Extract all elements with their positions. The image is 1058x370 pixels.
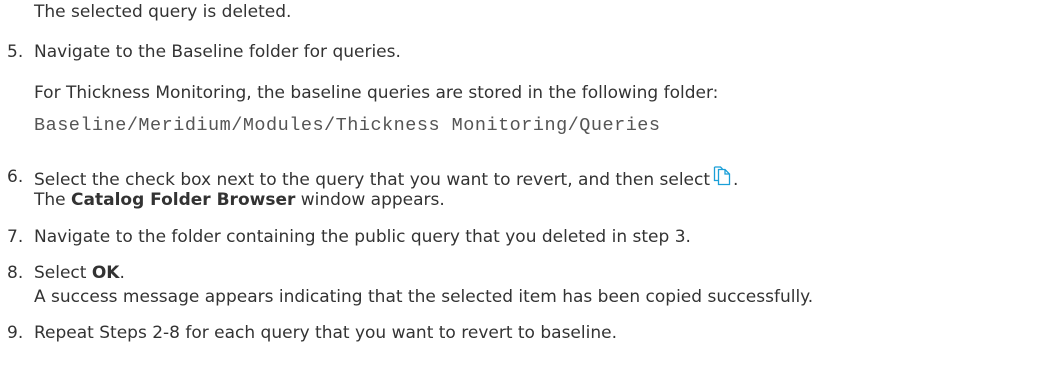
- step-5-number: 5.: [7, 42, 24, 62]
- copy-icon: [712, 166, 733, 187]
- step-6-after-icon: .: [733, 170, 739, 190]
- document-body: The selected query is deleted. 5. Naviga…: [0, 0, 1058, 370]
- step-6-number: 6.: [7, 167, 24, 187]
- step-8-number: 8.: [7, 263, 24, 283]
- step-8-suffix: .: [119, 263, 125, 283]
- step-9-number: 9.: [7, 323, 24, 343]
- step-6-text: Select the check box next to the query t…: [34, 170, 711, 190]
- step-4-result: The selected query is deleted.: [34, 2, 292, 22]
- step-5-note: For Thickness Monitoring, the baseline q…: [34, 83, 719, 103]
- step-7-text: Navigate to the folder containing the pu…: [34, 227, 691, 247]
- step-7-number: 7.: [7, 227, 24, 247]
- step-6-result: The Catalog Folder Browser window appear…: [34, 189, 445, 212]
- step-5-text: Navigate to the Baseline folder for quer…: [34, 42, 401, 62]
- step-6-result-prefix: The: [34, 190, 72, 210]
- step-9-text: Repeat Steps 2-8 for each query that you…: [34, 323, 617, 343]
- step-8-prefix: Select: [34, 263, 92, 283]
- step-8-result: A success message appears indicating tha…: [34, 287, 814, 307]
- step-8-line: Select OK.: [34, 262, 125, 285]
- step-6-result-rest: window appears.: [295, 190, 445, 210]
- ok-label: OK: [91, 263, 120, 283]
- baseline-folder-path: Baseline/Meridium/Modules/Thickness Moni…: [34, 115, 661, 136]
- catalog-folder-browser-label: Catalog Folder Browser: [71, 190, 296, 210]
